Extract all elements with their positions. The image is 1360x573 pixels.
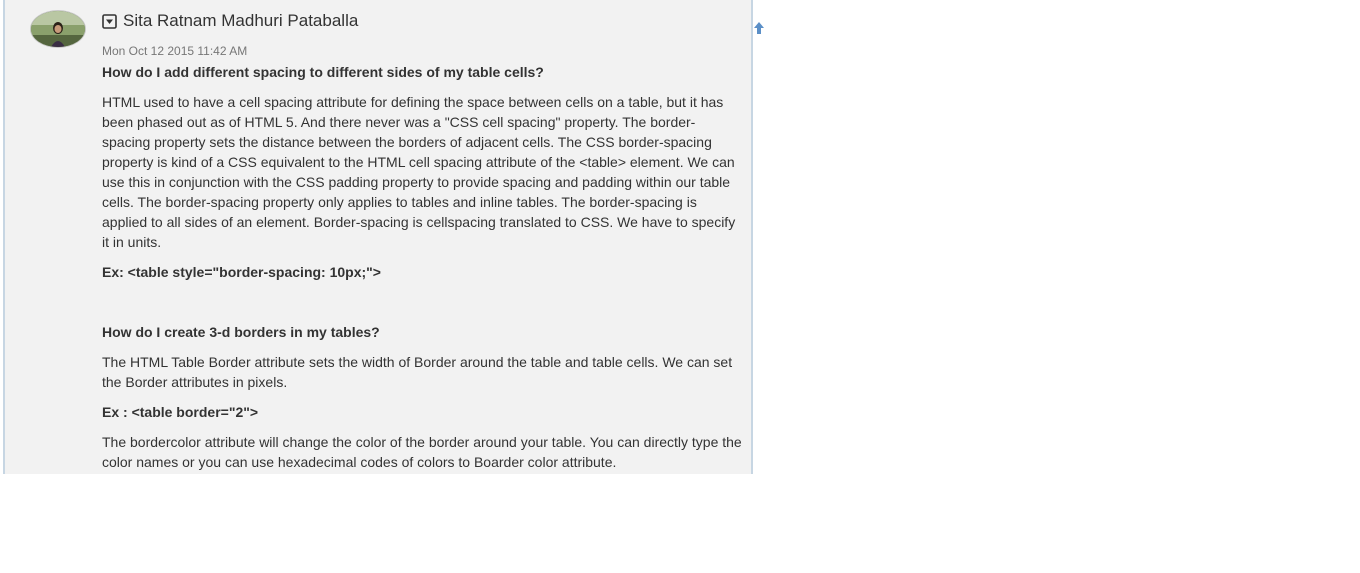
- collapse-toggle-icon[interactable]: [102, 13, 117, 29]
- post-content: How do I add different spacing to differ…: [102, 62, 742, 474]
- avatar[interactable]: [30, 10, 86, 48]
- post-panel: Sita Ratnam Madhuri Pataballa Mon Oct 12…: [3, 0, 753, 474]
- post-timestamp: Mon Oct 12 2015 11:42 AM: [102, 44, 248, 58]
- example-code: Ex: <table style="border-spacing: 10px;"…: [102, 264, 381, 280]
- arrow-up-icon[interactable]: [752, 20, 766, 36]
- author-name[interactable]: Sita Ratnam Madhuri Pataballa: [123, 11, 358, 31]
- answer-paragraph: The bordercolor attribute will change th…: [102, 434, 742, 470]
- question-heading: How do I add different spacing to differ…: [102, 64, 544, 80]
- answer-paragraph: The HTML Table Border attribute sets the…: [102, 354, 733, 390]
- author-row: Sita Ratnam Madhuri Pataballa: [102, 10, 358, 32]
- example-code: Ex : <table border="2">: [102, 404, 259, 420]
- question-heading: How do I create 3-d borders in my tables…: [102, 324, 380, 340]
- answer-paragraph: HTML used to have a cell spacing attribu…: [102, 94, 736, 250]
